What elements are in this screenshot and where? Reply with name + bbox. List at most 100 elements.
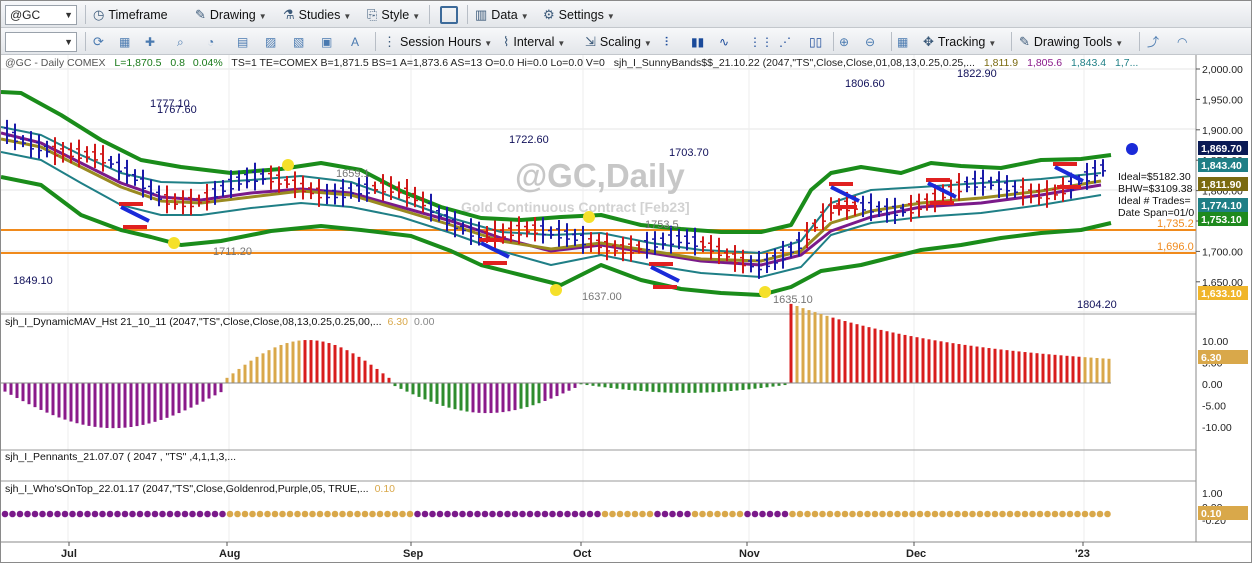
- chart-type-icon[interactable]: ▧: [293, 33, 311, 51]
- data-window-icon[interactable]: ▦: [897, 33, 915, 51]
- studies-label: Studies: [298, 8, 341, 22]
- refresh-icon[interactable]: ⟳: [93, 33, 111, 51]
- tracking-label: Tracking: [937, 35, 986, 49]
- ideal-line-1: Ideal=$5182.30: [1118, 171, 1191, 183]
- area-chart-icon[interactable]: ⋰: [779, 33, 797, 51]
- candlestick-icon[interactable]: ▮▮: [691, 33, 709, 51]
- tracking-button[interactable]: ✥ Tracking ▼: [923, 32, 996, 52]
- yellow-dot-marker: [583, 211, 595, 223]
- svg-text:0.00: 0.00: [1202, 379, 1223, 391]
- chart-toolbar: ▼ ⟳ ▦ ✚ ⌕ ◔ ▤ ▨ ▧ ▣ A ⋮ Session Hours ▼ ⌇ I…: [1, 28, 1251, 55]
- scaling-button[interactable]: ⇲ Scaling ▼: [585, 32, 652, 52]
- price-badge-text: 1,633.10: [1201, 288, 1242, 300]
- main-toolbar: @GC ▼ ◷ Timeframe ✎ Drawing ▼ ⚗ Studies ▼ ⎘ Sty…: [1, 1, 1251, 28]
- ohlc-bar-icon[interactable]: ⫶: [665, 33, 683, 51]
- panel2-badge: 6.30: [1201, 352, 1222, 364]
- clock-icon: ◷: [93, 7, 105, 22]
- grid-icon[interactable]: ▦: [119, 33, 137, 51]
- anno-1822: 1822.90: [957, 68, 997, 80]
- panel2-label: sjh_I_DynamicMAV_Hst 21_10_11 (2047,"TS"…: [5, 316, 435, 328]
- anno-1722: 1722.60: [509, 134, 549, 146]
- hline-labels: 1,735.2 1,696.0: [1157, 218, 1194, 253]
- svg-text:-5.00: -5.00: [1202, 401, 1226, 413]
- price-badge-text: 1,811.90: [1201, 179, 1241, 191]
- ideal-box: Ideal=$5182.30 BHW=$3109.38 Ideal # Trad…: [1118, 171, 1194, 219]
- drawing-tools-button[interactable]: ✎ Drawing Tools ▼: [1019, 32, 1123, 52]
- histogram-icon[interactable]: ▯▯: [809, 33, 827, 51]
- hline-label-1: 1,735.2: [1157, 218, 1194, 230]
- anno-1753: 1753.5: [645, 219, 679, 231]
- price-tick: 1,900.00: [1202, 125, 1243, 137]
- scaling-icon: ⇲: [585, 34, 596, 49]
- interval-label: Interval: [513, 35, 555, 49]
- anno-1806: 1806.60: [845, 78, 885, 90]
- zoom-out-icon[interactable]: ⊖: [865, 33, 883, 51]
- whos-on-top-dots: [1, 510, 1111, 518]
- drawing-tools-label: Drawing Tools: [1033, 35, 1113, 49]
- anno-1637: 1637.00: [582, 291, 622, 303]
- time-tick: '23: [1075, 548, 1090, 560]
- data-button[interactable]: ▥ Data ▼: [475, 5, 529, 25]
- text-icon[interactable]: A: [351, 33, 369, 51]
- chart-area[interactable]: @GC,Daily Gold Continuous Contract [Feb2…: [1, 55, 1251, 562]
- symbol-value: @GC: [10, 8, 41, 22]
- timeframe-button[interactable]: ◷ Timeframe: [93, 5, 168, 25]
- drawing-tools-icon: ✎: [1019, 34, 1030, 49]
- watermark-subtitle: Gold Continuous Contract [Feb23]: [461, 199, 690, 215]
- price-badge-text: 1,753.10: [1201, 214, 1242, 226]
- quote-fields: TS=1 TE=COMEX B=1,871.5 BS=1 A=1,873.6 A…: [231, 57, 605, 69]
- anno-1804: 1804.20: [1077, 299, 1117, 311]
- style-icon: ⎘: [367, 7, 378, 22]
- time-tick: Aug: [219, 548, 240, 560]
- symbol-line: @GC - Daily COMEX: [5, 57, 106, 69]
- session-hours-label: Session Hours: [400, 35, 482, 49]
- trendline-icon[interactable]: ⤴: [1147, 33, 1165, 51]
- stats-icon[interactable]: ▨: [265, 33, 283, 51]
- drawing-button[interactable]: ✎ Drawing ▼: [195, 5, 267, 25]
- hline-label-2: 1,696.0: [1157, 241, 1194, 253]
- chevron-down-icon: ▼: [64, 37, 73, 47]
- svg-text:1.00: 1.00: [1202, 488, 1223, 500]
- session-hours-button[interactable]: ⋮ Session Hours ▼: [383, 32, 492, 52]
- interval-button[interactable]: ⌇ Interval ▼: [503, 32, 565, 52]
- watermark-title: @GC,Daily: [515, 157, 685, 194]
- svg-text:10.00: 10.00: [1202, 336, 1228, 348]
- ideal-line-3: Ideal # Trades=: [1118, 195, 1191, 207]
- studies-button[interactable]: ⚗ Studies ▼: [283, 5, 351, 25]
- dot-chart-icon[interactable]: ⋮⋮: [749, 33, 773, 51]
- sessions-icon: ⋮: [383, 34, 396, 49]
- tracking-icon: ✥: [923, 34, 934, 49]
- pencil-icon: ✎: [195, 7, 206, 22]
- last-price: L=1,870.5: [114, 57, 161, 69]
- time-tick: Sep: [403, 548, 423, 560]
- timeframe-label: Timeframe: [108, 8, 168, 22]
- anno-1659: 1659.1: [336, 168, 370, 180]
- layout-icon[interactable]: [440, 6, 458, 24]
- chart-window: @GC ▼ ◷ Timeframe ✎ Drawing ▼ ⚗ Studies ▼ ⎘ Sty…: [0, 0, 1252, 563]
- gauge-icon[interactable]: ◔: [207, 33, 225, 51]
- yellow-dot-marker: [550, 284, 562, 296]
- time-tick: Nov: [739, 548, 761, 560]
- bars-icon[interactable]: ▤: [237, 33, 255, 51]
- style-button[interactable]: ⎘ Style ▼: [367, 5, 420, 25]
- interval-combo[interactable]: ▼: [5, 32, 77, 52]
- speedometer-icon[interactable]: ◠: [1177, 33, 1195, 51]
- price-badge-text: 1,869.70: [1201, 143, 1242, 155]
- chevron-down-icon: ▼: [64, 10, 73, 20]
- time-axis[interactable]: Jul Aug Sep Oct Nov Dec '23: [61, 542, 1090, 560]
- line-chart-icon[interactable]: ∿: [719, 33, 737, 51]
- symbol-input[interactable]: @GC ▼: [5, 5, 77, 25]
- interval-icon: ⌇: [503, 34, 510, 49]
- zoom-icon[interactable]: ⌕: [177, 33, 195, 51]
- time-tick: Oct: [573, 548, 592, 560]
- scaling-label: Scaling: [599, 35, 641, 49]
- settings-button[interactable]: ⚙ Settings ▼: [543, 5, 615, 25]
- zoom-in-icon[interactable]: ⊕: [839, 33, 857, 51]
- cursor-icon[interactable]: ✚: [145, 33, 163, 51]
- svg-text:-10.00: -10.00: [1202, 422, 1232, 434]
- study-value-2: 1,805.6: [1027, 57, 1062, 69]
- price-badge-text: 1,843.40: [1201, 160, 1242, 172]
- image-icon[interactable]: ▣: [321, 33, 339, 51]
- study-label: sjh_I_SunnyBands$$_21.10.22 (2047,"TS",C…: [614, 57, 975, 69]
- yellow-dot-marker: [168, 237, 180, 249]
